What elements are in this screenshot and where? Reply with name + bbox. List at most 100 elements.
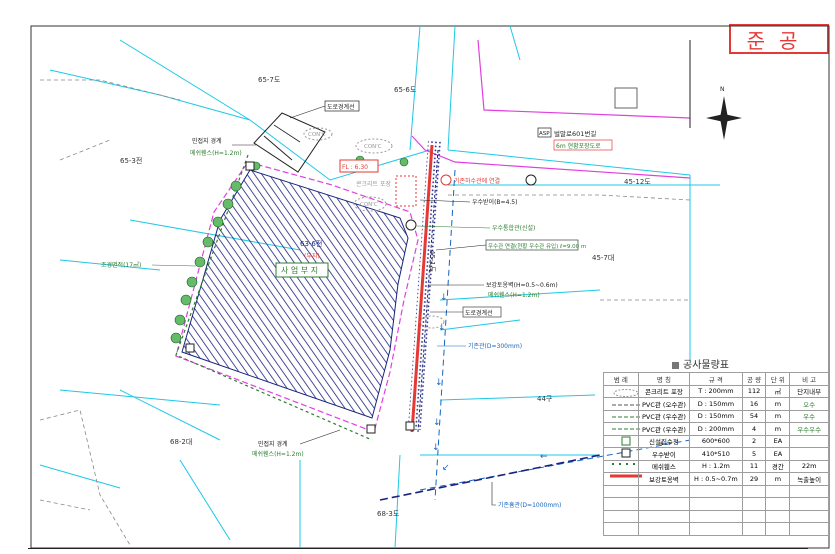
table-cell — [765, 497, 791, 511]
table-cell: H : 0.5~0.7m — [689, 472, 743, 486]
table-header: 단 위 — [765, 372, 791, 386]
table-cell: PVC관 (오수관) — [637, 397, 691, 411]
svg-text:←: ← — [540, 452, 548, 462]
table-cell: 우수받이 — [637, 447, 691, 461]
neighbor-depth-bottom: 메쉬휀스(H=1.2m) — [252, 450, 304, 458]
table-cell: EA — [765, 447, 791, 461]
table-cell — [789, 497, 829, 511]
table-header: 범 례 — [603, 372, 639, 386]
existing-culvert-line — [379, 454, 601, 501]
table-cell — [637, 497, 691, 511]
table-cell — [741, 484, 767, 498]
table-cell: 600*600 — [689, 434, 743, 448]
table-cell — [637, 509, 691, 523]
table-cell: m — [765, 422, 791, 436]
table-cell: 16 — [741, 397, 767, 411]
parcel-65-3: 65-3전 — [120, 156, 142, 165]
table-cell — [603, 447, 639, 461]
con-c-label-1: CON'C — [308, 132, 326, 138]
con-c-label-3: CON'C — [360, 202, 378, 208]
table-row — [603, 484, 829, 498]
svg-text:↓: ↓ — [440, 293, 448, 303]
svg-text:↓: ↓ — [438, 323, 446, 333]
table-cell — [741, 509, 767, 523]
rain-cb-label: 우수받이(B=4.5) — [472, 198, 517, 206]
table-cell — [603, 472, 639, 486]
table-cell: ㎡ — [765, 384, 791, 398]
table-cell — [603, 509, 639, 523]
table-cell — [637, 484, 691, 498]
fl-label: FL : 6.30 — [342, 164, 368, 171]
table-row: 보강토옹벽 H : 0.5~0.7m 29 m 녹출높이 — [603, 472, 829, 486]
table-cell — [741, 497, 767, 511]
table-cell — [765, 509, 791, 523]
table-cell: 보강토옹벽 — [637, 472, 691, 486]
table-cell: T : 200mm — [689, 384, 743, 398]
quantity-table: 범 례 명 칭 규 격 공 량 단 위 비 고 콘크리트 포장 T : 200mm… — [603, 372, 829, 536]
table-cell: D : 150mm — [689, 409, 743, 423]
neighbor-boundary-top: 민접지 경계 — [192, 137, 222, 145]
table-cell: m — [765, 409, 791, 423]
table-cell — [789, 484, 829, 498]
neighbor-depth-top: 메쉬휀스(H=1.2m) — [190, 149, 242, 157]
table-row — [603, 509, 829, 523]
table-cell: m — [765, 397, 791, 411]
table-header: 규 격 — [689, 372, 743, 386]
existing-culvert-label: 기존흄관(D=1000mm) — [498, 501, 561, 509]
table-cell: PVC관 (우수관) — [637, 422, 691, 436]
existing-pipe-label: 기존관(D=300mm) — [468, 342, 522, 350]
site-parcel: 63-6전 — [300, 239, 322, 248]
table-cell: 4 — [741, 422, 767, 436]
svg-text:↓: ↓ — [432, 443, 440, 453]
existing-cb-label: 기존하수관에 연결 — [454, 177, 500, 185]
table-cell — [603, 422, 639, 436]
table-cell: 오수 — [789, 397, 829, 411]
table-row: PVC관 (우수관) D : 200mm 4 m 우수우수 — [603, 422, 829, 436]
parcel-45-12: 45-12도 — [624, 178, 651, 186]
north-label: N — [720, 86, 725, 93]
table-cell: m — [765, 472, 791, 486]
table-row: 신설집수정 600*600 2 EA — [603, 434, 829, 448]
road-magenta — [411, 39, 691, 179]
table-header: 비 고 — [789, 372, 829, 386]
table-row: 우수받이 410*510 5 EA — [603, 447, 829, 461]
table-cell: H : 1.2m — [689, 459, 743, 473]
table-cell — [765, 484, 791, 498]
table-header-row: 범 례 명 칭 규 격 공 량 단 위 비 고 — [603, 372, 829, 386]
table-cell: 신설집수정 — [637, 434, 691, 448]
parcel-45-7: 45-7대 — [592, 254, 614, 262]
table-row — [603, 522, 829, 536]
table-cell: 29 — [741, 472, 767, 486]
table-cell — [603, 459, 639, 473]
table-header: 명 칭 — [637, 372, 691, 386]
table-cell — [789, 447, 829, 461]
existing-structure — [614, 87, 638, 109]
address-badge: ASP — [539, 131, 550, 137]
retaining-sub: 메쉬휀스(H=1.2m) — [488, 291, 540, 299]
table-cell: 5 — [741, 447, 767, 461]
table-cell — [741, 522, 767, 536]
table-cell — [603, 409, 639, 423]
table-cell: 11 — [741, 459, 767, 473]
table-cell — [689, 484, 743, 498]
table-cell: 메쉬휀스 — [637, 459, 691, 473]
address-label: 벌말로601번길 — [554, 129, 596, 138]
table-row: 메쉬휀스 H : 1.2m 11 경간 22m — [603, 459, 829, 473]
table-row: 콘크리트 포장 T : 200mm 112 ㎡ 단지내부 — [603, 384, 829, 398]
table-cell: 112 — [741, 384, 767, 398]
landscape-label: 조경면적(17㎡) — [101, 261, 141, 269]
neighbor-boundary-bottom: 민접지 경계 — [258, 440, 288, 448]
manhole-marker — [525, 174, 537, 186]
table-cell — [637, 522, 691, 536]
table-cell — [689, 509, 743, 523]
table-cell: 우수 — [789, 409, 829, 423]
con-c-label-2: CON'C — [364, 144, 382, 150]
site-sub: (부지) — [304, 252, 320, 260]
table-cell: 녹출높이 — [789, 472, 829, 486]
table-cell — [603, 484, 639, 498]
table-cell: 22m — [789, 459, 829, 473]
table-cell — [603, 434, 639, 448]
table-row: PVC관 (우수관) D : 150mm 54 m 우수 — [603, 409, 829, 423]
table-cell: 우수우수 — [789, 422, 829, 436]
parcel-68-3: 68-3도 — [377, 510, 400, 518]
